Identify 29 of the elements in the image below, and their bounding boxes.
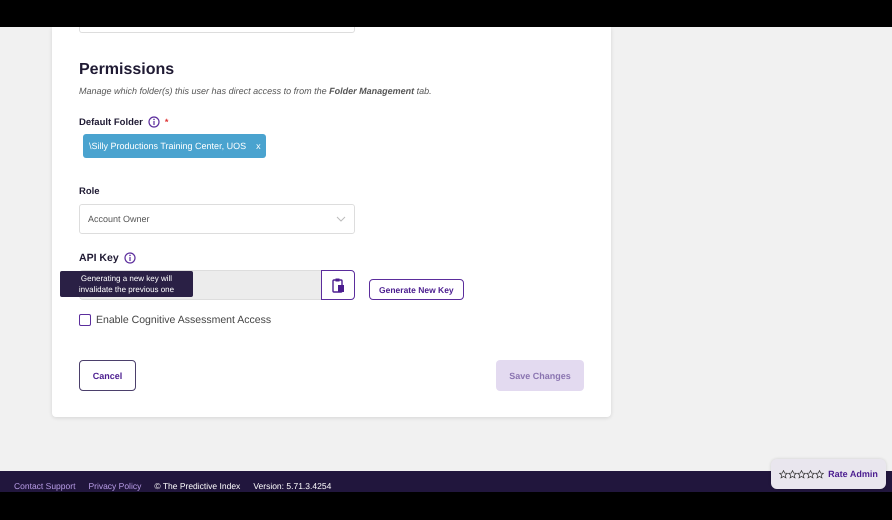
- version-text: Version: 5.71.3.4254: [253, 481, 332, 491]
- checkbox[interactable]: [79, 314, 91, 326]
- star-icon[interactable]: [788, 470, 798, 478]
- star-icon[interactable]: [797, 470, 806, 478]
- chip-label: \Silly Productions Training Center, UOS: [89, 141, 246, 151]
- section-description: Manage which folder(s) this user has direct access to from the Folder Management tab.: [79, 86, 433, 98]
- star-icon[interactable]: [779, 470, 788, 478]
- clipboard-icon: [332, 278, 344, 292]
- copy-button[interactable]: [321, 270, 355, 300]
- info-icon[interactable]: [148, 116, 160, 128]
- role-dropdown[interactable]: Account Owner: [79, 204, 355, 234]
- footer-link[interactable]: Contact Support: [14, 481, 76, 491]
- section-title: Permissions: [79, 60, 176, 80]
- field-label: Role: [79, 186, 100, 196]
- field-label: API Key: [79, 252, 119, 264]
- copyright-text: © The Predictive Index: [154, 481, 240, 491]
- checkbox-label: Enable Cognitive Assessment Access: [96, 314, 272, 326]
- star-icon[interactable]: [815, 470, 824, 478]
- generate-key-button[interactable]: Generate New Key: [369, 279, 464, 300]
- info-icon[interactable]: [124, 252, 136, 264]
- cancel-button[interactable]: Cancel: [79, 360, 136, 391]
- input-field[interactable]: [79, 27, 355, 33]
- tooltip: Generating a new key will invalidate the previous one: [60, 271, 193, 297]
- chevron-down-icon: [336, 216, 346, 222]
- field-label: Default Folder: [79, 116, 143, 128]
- required-mark: *: [164, 117, 168, 127]
- rate-link[interactable]: Rate Admin: [828, 469, 878, 479]
- star-icon[interactable]: [806, 470, 816, 478]
- footer-link[interactable]: Privacy Policy: [88, 481, 142, 491]
